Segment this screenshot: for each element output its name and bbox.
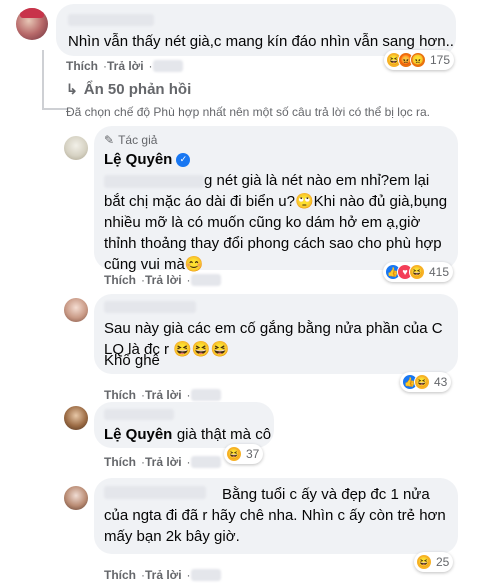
commenter-avatar[interactable]: [16, 8, 48, 40]
like-link[interactable]: Thích: [104, 388, 136, 402]
replier-avatar[interactable]: [64, 486, 88, 510]
reply-link[interactable]: Trả lời: [145, 568, 182, 582]
reaction-summary[interactable]: 😆 25: [414, 552, 454, 572]
replier-avatar[interactable]: [64, 298, 88, 322]
reaction-summary[interactable]: 😆 37: [224, 444, 264, 464]
reaction-count: 37: [246, 447, 260, 461]
author-avatar[interactable]: [64, 406, 88, 430]
author-reply-bubble: ✎ Tác giả Lệ Quyên ✓ g nét già là nét nà…: [94, 126, 458, 273]
commenter-name-blurred[interactable]: [68, 14, 154, 26]
like-link[interactable]: Thích: [104, 273, 136, 287]
reply-text-line2: Khổ ghê: [104, 352, 160, 369]
reply-text: Bằng tuổi c ấy và đẹp đc 1 nửa của ngta …: [104, 486, 446, 545]
like-link[interactable]: Thích: [104, 455, 136, 469]
mention-name[interactable]: Lệ Quyên: [104, 426, 172, 443]
author-reply-actions: Thích · Trả lời ·: [104, 273, 221, 287]
reply-actions: Thích · Trả lời ·: [104, 388, 221, 402]
pen-icon: ✎: [104, 133, 115, 147]
comment-text: Nhìn vẫn thấy nét già,c mang kín đáo nhì…: [68, 33, 454, 50]
reply-link[interactable]: Trả lời: [145, 455, 182, 469]
reaction-summary[interactable]: 😆 😡 😠 175: [384, 50, 455, 70]
reply-link[interactable]: Trả lời: [145, 273, 182, 287]
haha-icon: 😆: [416, 554, 432, 570]
reaction-summary[interactable]: 👍 😆 43: [400, 372, 452, 392]
replier-name-blurred[interactable]: [104, 301, 196, 313]
timestamp-blurred[interactable]: [190, 456, 221, 468]
timestamp-blurred[interactable]: [190, 569, 221, 581]
timestamp-blurred[interactable]: [190, 274, 221, 286]
reaction-count: 25: [436, 555, 450, 569]
reaction-count: 415: [429, 265, 450, 279]
verified-badge-icon: ✓: [176, 152, 191, 167]
like-link[interactable]: Thích: [104, 568, 136, 582]
comment-actions: Thích · Trả lời ·: [66, 59, 183, 73]
timestamp-blurred[interactable]: [152, 60, 183, 72]
reply-text: già thật mà cô: [176, 426, 272, 443]
author-name[interactable]: Lệ Quyên: [104, 151, 172, 168]
reply-link[interactable]: Trả lời: [107, 59, 144, 73]
reply-link[interactable]: Trả lời: [145, 388, 182, 402]
reply-actions: Thích · Trả lời ·: [104, 455, 221, 469]
reaction-summary[interactable]: 👍 ♥ 😆 415: [383, 262, 454, 282]
haha-icon: 😆: [414, 374, 430, 390]
reply-bubble: Sau này già các em cố gắng bằng nửa phần…: [94, 294, 458, 374]
thread-line-branch: [42, 108, 68, 110]
angry-icon: 😠: [410, 52, 426, 68]
reply-actions: Thích · Trả lời ·: [104, 568, 221, 582]
mentioned-name-blurred[interactable]: [104, 174, 204, 188]
hide-replies-toggle[interactable]: ↳ Ẩn 50 phản hồi: [66, 81, 191, 98]
comment-bubble: Nhìn vẫn thấy nét già,c mang kín đáo nhì…: [56, 4, 456, 56]
reaction-count: 175: [430, 53, 451, 67]
hide-replies-label: Ẩn 50 phản hồi: [83, 81, 192, 98]
author-avatar[interactable]: [64, 136, 88, 160]
replier-name-blurred[interactable]: [104, 409, 174, 420]
filter-notice: Đã chọn chế độ Phù hợp nhất nên một số c…: [66, 105, 430, 119]
reply-bubble: Bằng tuổi c ấy và đẹp đc 1 nửa của ngta …: [94, 478, 458, 554]
haha-icon: 😆: [409, 264, 425, 280]
timestamp-blurred[interactable]: [190, 389, 221, 401]
reply-arrow-icon: ↳: [66, 81, 78, 97]
author-badge: ✎ Tác giả: [104, 133, 158, 147]
like-link[interactable]: Thích: [66, 59, 98, 73]
haha-icon: 😆: [226, 446, 242, 462]
author-reply-text: g nét già là nét nào em nhỉ?em lại bắt c…: [104, 172, 448, 273]
reply-bubble: Lệ Quyên già thật mà cô: [94, 402, 274, 448]
thread-line: [42, 50, 44, 110]
reaction-count: 43: [434, 375, 448, 389]
